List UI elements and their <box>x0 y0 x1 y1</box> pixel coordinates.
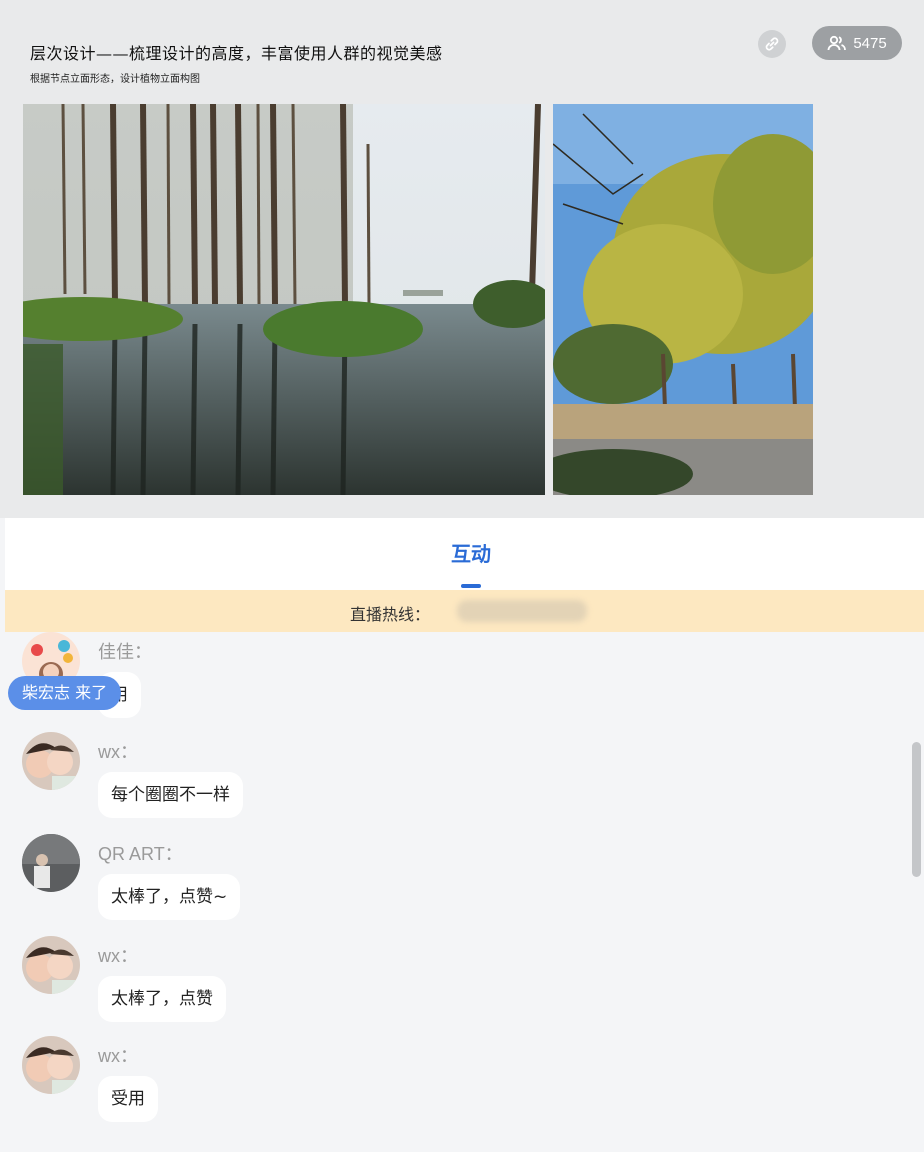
tab-interaction[interactable]: 互动 <box>435 538 507 567</box>
message-nickname: wx： <box>98 946 138 966</box>
message-bubble: 每个圈圈不一样 <box>98 772 243 818</box>
lake-photo <box>23 104 545 495</box>
avatar[interactable] <box>22 1036 80 1094</box>
chat-message: 佳佳： 用 <box>5 632 885 732</box>
message-bubble: 太棒了，点赞 <box>98 976 226 1022</box>
tab-bar: 互动 <box>5 518 924 590</box>
share-link-button[interactable] <box>758 30 786 58</box>
message-nickname: wx： <box>98 1046 138 1066</box>
avatar[interactable] <box>22 936 80 994</box>
park-photo <box>553 104 813 495</box>
viewer-count: 5475 <box>853 34 887 52</box>
live-stage: 层次设计——梳理设计的高度，丰富使用人群的视觉美感 根据节点立面形态，设计植物立… <box>0 0 924 518</box>
message-bubble: 太棒了，点赞~ <box>98 874 241 920</box>
hotline-number-blurred <box>457 600 587 622</box>
hotline-label: 直播热线： <box>350 605 431 624</box>
message-nickname: 佳佳： <box>98 642 152 662</box>
users-icon <box>827 35 847 51</box>
chat-message: wx： 每个圈圈不一样 <box>5 732 885 832</box>
chat-message: wx： 太棒了，点赞 <box>5 936 885 1036</box>
message-bubble: 受用 <box>98 1076 158 1122</box>
link-icon <box>765 37 779 51</box>
avatar[interactable] <box>22 732 80 790</box>
active-tab-indicator <box>461 584 481 588</box>
user-join-toast: 柴宏志 来了 <box>8 676 122 710</box>
chat-message: QR ART： 太棒了，点赞~ <box>5 834 885 934</box>
slide-title: 层次设计——梳理设计的高度，丰富使用人群的视觉美感 <box>30 44 443 63</box>
hotline-banner: 直播热线： <box>5 590 924 632</box>
viewer-count-badge: 5475 <box>812 26 902 60</box>
slide-subtitle: 根据节点立面形态，设计植物立面构图 <box>30 74 200 85</box>
message-nickname: wx： <box>98 742 138 762</box>
chat-scrollbar[interactable] <box>912 742 921 877</box>
chat-message: wx： 受用 <box>5 1036 885 1136</box>
chat-list[interactable]: 佳佳： 用 wx： 每个圈圈不一样 QR ART： 太棒 <box>5 632 924 1152</box>
avatar[interactable] <box>22 834 80 892</box>
message-nickname: QR ART： <box>98 844 183 864</box>
